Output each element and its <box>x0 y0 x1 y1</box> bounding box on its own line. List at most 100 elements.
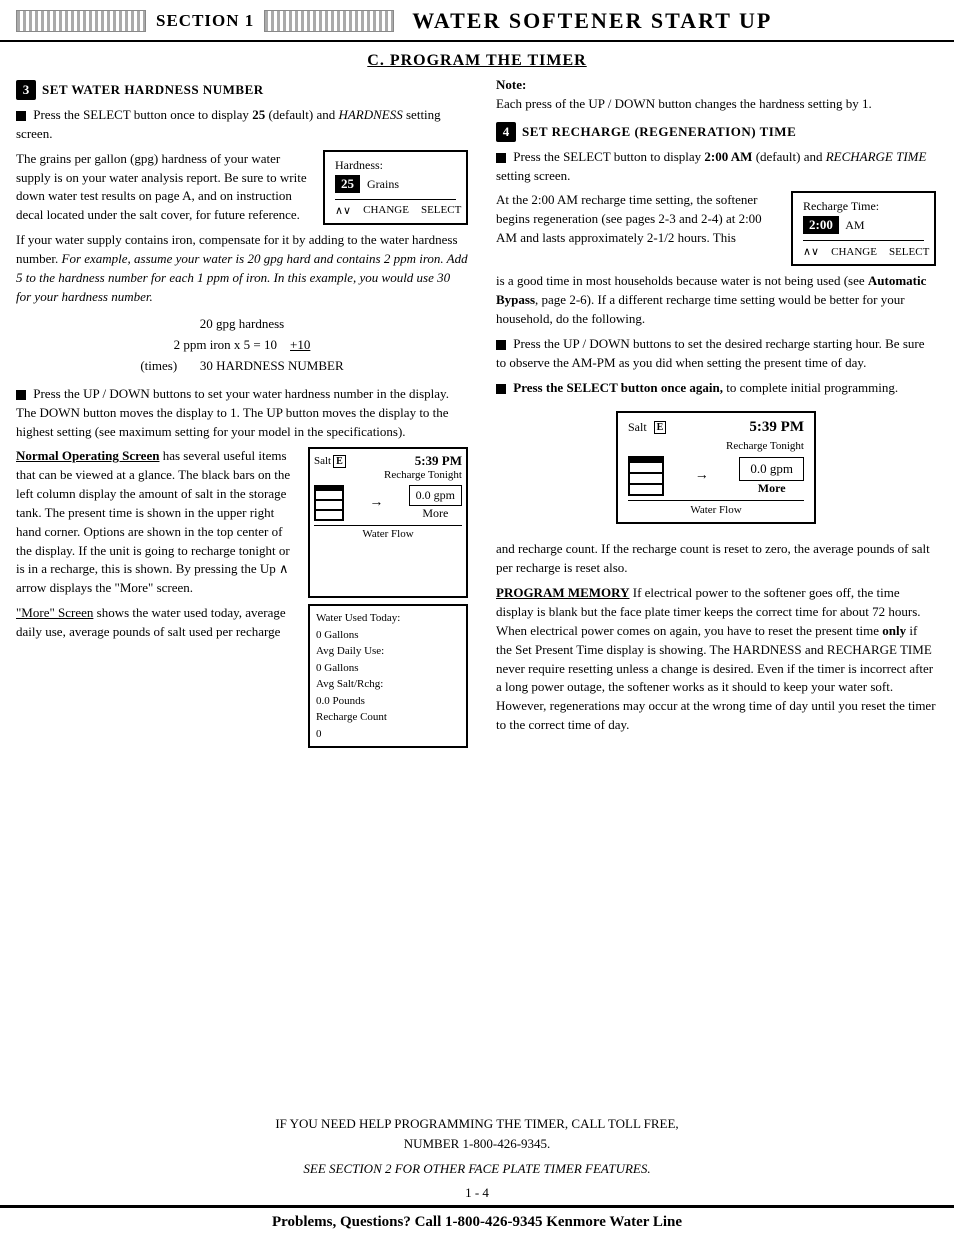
nos-heading: Normal Operating Screen <box>16 448 159 463</box>
section4-header: 4 SET RECHARGE (REGENERATION) TIME <box>496 122 936 142</box>
big-screen-wrapper: Salt E 5:39 PM Recharge Tonight <box>496 403 936 532</box>
recharge-unit: AM <box>845 218 864 232</box>
set-recharge-text: Press the UP / DOWN buttons to set the d… <box>496 336 924 370</box>
set-para: Press the UP / DOWN buttons to set your … <box>16 385 468 442</box>
section-label: SECTION 1 <box>156 11 254 31</box>
nos-arrow: → <box>369 495 383 511</box>
note-body: Each press of the UP / DOWN button chang… <box>496 96 872 111</box>
more-line4: 0 Gallons <box>316 660 460 677</box>
hardness-layout: The grains per gallon (gpg) hardness of … <box>16 150 468 225</box>
recharge-box-title: Recharge Time: <box>803 199 924 214</box>
nos-text: Normal Operating Screen has several usef… <box>16 447 300 598</box>
recharge-value-row: 2:00 AM <box>803 216 924 234</box>
press-select-para: Press the SELECT button once again, to c… <box>496 379 936 398</box>
nos-text1: has several useful items that can be vie… <box>16 448 290 595</box>
main-content: 3 SET WATER HARDNESS NUMBER Press the SE… <box>0 76 954 1106</box>
more-line1: Water Used Today: <box>316 610 460 627</box>
left-column: 3 SET WATER HARDNESS NUMBER Press the SE… <box>16 76 486 1106</box>
recharge-select-btn[interactable]: SELECT <box>889 246 929 258</box>
program-mem-para: PROGRAM MEMORY If electrical power to th… <box>496 584 936 735</box>
note-label: Note: <box>496 77 526 92</box>
bullet2-icon <box>16 390 26 400</box>
nos-salt-e: Salt E <box>314 455 346 468</box>
bullet-icon <box>16 111 26 121</box>
footer-see-section: SEE SECTION 2 FOR OTHER FACE PLATE TIMER… <box>0 1161 954 1177</box>
page-title: WATER SOFTENER START UP <box>412 8 772 34</box>
right-column: Note: Each press of the UP / DOWN button… <box>486 76 936 1106</box>
section3-num: 3 <box>16 80 36 100</box>
big-gpm-box: 0.0 gpm <box>739 457 804 481</box>
salt-bars <box>314 485 344 521</box>
recharge-av-btn[interactable]: ∧∨ <box>803 245 819 258</box>
recharge-text: At the 2:00 AM recharge time setting, th… <box>496 191 781 266</box>
math-iron-row: 2 ppm iron x 5 = 10 +10 <box>16 335 468 356</box>
more-line2: 0 Gallons <box>316 627 460 644</box>
more-layout: "More" Screen shows the water used today… <box>16 604 468 748</box>
iron-para: If your water supply contains iron, comp… <box>16 231 468 306</box>
nos-screen: Salt E 5:39 PM Recharge Tonight <box>308 447 468 598</box>
section4-num: 4 <box>496 122 516 142</box>
salt-bar-3 <box>316 511 342 519</box>
hardness-select-btn[interactable]: SELECT <box>421 204 461 216</box>
footer-help: IF YOU NEED HELP PROGRAMMING THE TIMER, … <box>16 1114 938 1153</box>
section4-para1: Press the SELECT button to display 2:00 … <box>496 148 936 186</box>
nos-gpm-more: 0.0 gpm More <box>409 485 462 521</box>
big-e-indicator: E <box>654 421 667 434</box>
hardness-buttons: ∧∨ CHANGE SELECT <box>335 199 456 217</box>
bottom-bar: Problems, Questions? Call 1-800-426-9345… <box>0 1205 954 1235</box>
more-line3: Avg Daily Use: <box>316 643 460 660</box>
hardness-av-btn[interactable]: ∧∨ <box>335 204 351 217</box>
press-select-bold: Press the SELECT button once again, <box>513 380 723 395</box>
section4-para1-text: Press the SELECT button to display 2:00 … <box>496 149 926 183</box>
header-pattern-left <box>16 10 146 32</box>
math-gpg: 20 gpg hardness <box>16 314 468 335</box>
big-screen-top: Salt E 5:39 PM <box>628 419 804 436</box>
recharge-desc: At the 2:00 AM recharge time setting, th… <box>496 191 781 248</box>
big-screen-time: 5:39 PM <box>749 419 804 436</box>
more-heading: "More" Screen <box>16 605 93 620</box>
program-mem-text2: if the Set Present Time display is showi… <box>496 623 936 732</box>
nos-right-section: → <box>369 495 383 511</box>
more-line7: Recharge Count <box>316 709 460 726</box>
bullet4-icon <box>496 340 506 350</box>
nos-e-indicator: E <box>333 455 346 468</box>
recharge-change-btn[interactable]: CHANGE <box>831 246 877 258</box>
program-mem-heading: PROGRAM MEMORY <box>496 585 630 600</box>
hardness-change-btn[interactable]: CHANGE <box>363 204 409 216</box>
more-line8: 0 <box>316 726 460 743</box>
big-center-section: → <box>695 468 709 484</box>
subtitle: C. PROGRAM THE TIMER <box>0 42 954 76</box>
big-arrow: → <box>695 468 709 484</box>
math-result: 30 HARDNESS NUMBER <box>200 358 344 373</box>
recharge-display-box: Recharge Time: 2:00 AM ∧∨ CHANGE SELECT <box>791 191 936 266</box>
hardness-value: 25 <box>335 175 360 193</box>
math-times-row: (times) 30 HARDNESS NUMBER <box>16 356 468 377</box>
big-screen-water-flow: Water Flow <box>628 500 804 516</box>
header-pattern-right <box>264 10 394 32</box>
math-times: (times) <box>140 358 177 373</box>
more-screen: Water Used Today: 0 Gallons Avg Daily Us… <box>308 604 468 748</box>
section3-para1-text: Press the SELECT button once to display … <box>16 107 441 141</box>
nos-more-label: More <box>422 506 448 521</box>
hardness-value-row: 25 Grains <box>335 175 456 193</box>
section3-header: 3 SET WATER HARDNESS NUMBER <box>16 80 468 100</box>
more-line6: 0.0 Pounds <box>316 693 460 710</box>
big-more-label: More <box>758 481 786 496</box>
bullet3-icon <box>496 153 506 163</box>
math-iron: 2 ppm iron x 5 = 10 <box>174 337 277 352</box>
recharge-count-text: and recharge count. If the recharge coun… <box>496 540 936 578</box>
hardness-box-wrapper: Hardness: 25 Grains ∧∨ CHANGE SELECT <box>323 150 468 225</box>
footer-help-line1: IF YOU NEED HELP PROGRAMMING THE TIMER, … <box>16 1114 938 1134</box>
big-gpm-more: 0.0 gpm More <box>739 457 804 496</box>
recharge-box-wrapper: Recharge Time: 2:00 AM ∧∨ CHANGE SELECT <box>791 191 936 266</box>
math-block: 20 gpg hardness 2 ppm iron x 5 = 10 +10 … <box>16 314 468 376</box>
big-salt-bar-2 <box>630 474 662 483</box>
page-header: SECTION 1 WATER SOFTENER START UP <box>0 0 954 42</box>
nos-time: 5:39 PM <box>415 453 462 469</box>
hardness-unit: Grains <box>367 177 399 191</box>
hardness-display-box: Hardness: 25 Grains ∧∨ CHANGE SELECT <box>323 150 468 225</box>
math-plus10: +10 <box>290 335 310 356</box>
nos-screen-middle: → 0.0 gpm More <box>314 485 462 521</box>
set-recharge-para: Press the UP / DOWN buttons to set the d… <box>496 335 936 373</box>
section3-title: SET WATER HARDNESS NUMBER <box>42 82 264 98</box>
